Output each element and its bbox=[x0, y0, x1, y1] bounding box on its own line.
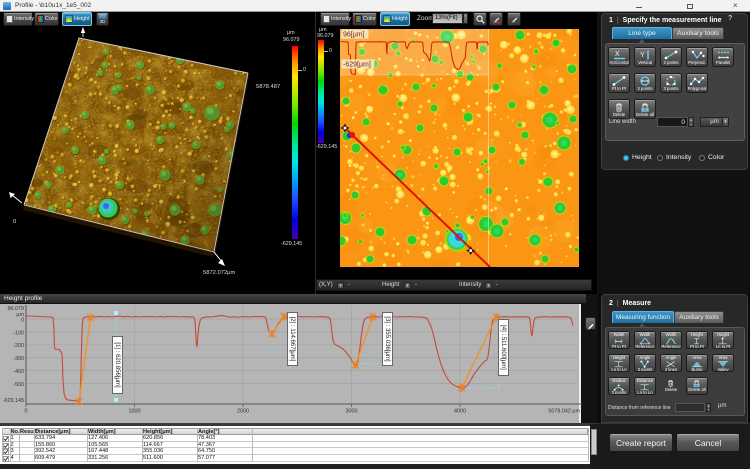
svg-text:3000: 3000 bbox=[346, 409, 358, 415]
svg-text:Y: Y bbox=[640, 52, 645, 59]
svg-text:96[μm]: 96[μm] bbox=[343, 32, 365, 39]
svg-text:-300: -300 bbox=[13, 356, 24, 362]
svg-text:4000: 4000 bbox=[454, 409, 466, 415]
svg-text:-629.145: -629.145 bbox=[3, 398, 24, 404]
svg-text:1000: 1000 bbox=[129, 409, 141, 415]
svg-text:2000: 2000 bbox=[237, 409, 249, 415]
svg-text:5078.042 μm: 5078.042 μm bbox=[548, 409, 580, 415]
svg-text:-200: -200 bbox=[13, 343, 24, 349]
svg-text:0: 0 bbox=[21, 318, 24, 324]
svg-text:0: 0 bbox=[25, 409, 28, 415]
svg-text:-629[μm]: -629[μm] bbox=[343, 62, 371, 69]
svg-text:-500: -500 bbox=[13, 382, 24, 388]
svg-text:-400: -400 bbox=[13, 369, 24, 375]
svg-text:-100: -100 bbox=[13, 330, 24, 336]
svg-text:X: X bbox=[615, 51, 620, 58]
